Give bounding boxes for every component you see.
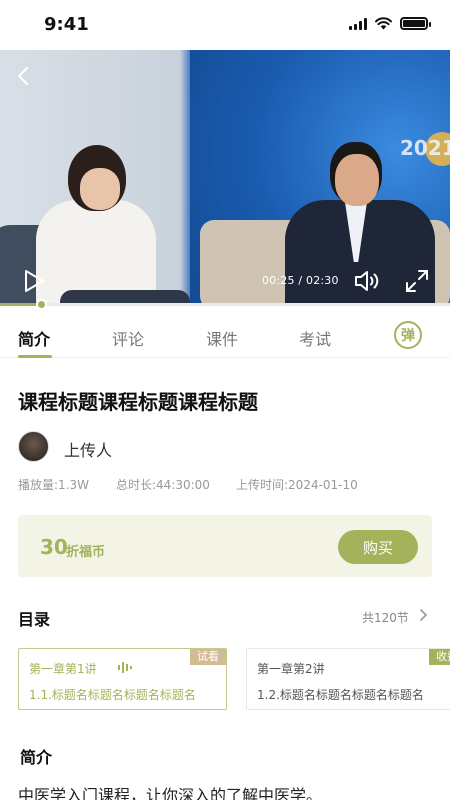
volume-icon[interactable]: [353, 268, 383, 294]
lesson-count[interactable]: 共120节: [362, 609, 409, 626]
back-icon[interactable]: [12, 64, 36, 88]
fullscreen-icon[interactable]: [404, 268, 430, 294]
lesson-title: 1.2.标题名标题名标题名标题名: [257, 688, 424, 702]
wifi-icon: [375, 17, 392, 30]
video-player[interactable]: 2021: [0, 50, 450, 303]
progress-handle[interactable]: [36, 299, 47, 310]
chapter-name: 第一章第2讲: [257, 662, 325, 676]
tab-comments[interactable]: 评论: [112, 326, 144, 350]
total-duration: 总时长:44:30:00: [116, 478, 210, 492]
status-bar: 9:41: [0, 0, 450, 50]
tab-intro[interactable]: 简介: [18, 326, 50, 350]
price-unit: 折福币: [66, 545, 106, 560]
video-host-face: [80, 168, 120, 210]
video-guest-face: [335, 154, 379, 206]
chapter-card[interactable]: 收费 第一章第2讲 1.2.标题名标题名标题名标题名: [246, 648, 450, 710]
tab-exam[interactable]: 考试: [299, 326, 331, 350]
progress-fill: [0, 303, 41, 306]
play-count: 播放量:1.3W: [18, 478, 89, 492]
trial-tag: 试看: [190, 649, 226, 665]
tab-active-indicator: [18, 355, 52, 358]
chevron-right-icon[interactable]: [418, 608, 428, 622]
video-host-legs: [60, 290, 190, 303]
tab-bar: 简介 评论 课件 考试 弹: [0, 318, 450, 358]
progress-track[interactable]: [0, 303, 450, 306]
course-title: 课程标题课程标题课程标题: [18, 390, 258, 414]
intro-text: 中医学入门课程，让你深入的了解中医学。: [18, 786, 323, 800]
catalog-title: 目录: [18, 610, 51, 629]
chapter-name: 第一章第1讲: [29, 662, 97, 676]
video-host-body: [36, 200, 156, 303]
lesson-title: 1.1.标题名标题名标题名标题名: [29, 688, 196, 702]
upload-time: 上传时间:2024-01-10: [236, 478, 358, 492]
status-time: 9:41: [44, 14, 89, 35]
paid-tag: 收费: [429, 649, 450, 665]
chapter-card[interactable]: 试看 第一章第1讲 1.1.标题名标题名标题名标题名: [18, 648, 227, 710]
danmaku-toggle-button[interactable]: 弹: [394, 321, 422, 349]
audio-wave-icon: [118, 662, 132, 673]
status-icons: [349, 17, 431, 30]
playback-time: 00:25 / 02:30: [262, 274, 339, 287]
price-panel: 30 折福币 购买: [18, 515, 432, 577]
play-icon[interactable]: [22, 268, 46, 294]
stage-text: 2021: [400, 136, 450, 160]
intro-title: 简介: [20, 748, 53, 767]
buy-button[interactable]: 购买: [338, 530, 418, 564]
price-value: 30: [40, 535, 68, 559]
cellular-signal-icon: [349, 17, 367, 30]
avatar[interactable]: [18, 431, 49, 462]
tab-courseware[interactable]: 课件: [206, 326, 238, 350]
uploader-name[interactable]: 上传人: [64, 437, 112, 461]
battery-icon: [400, 17, 431, 30]
